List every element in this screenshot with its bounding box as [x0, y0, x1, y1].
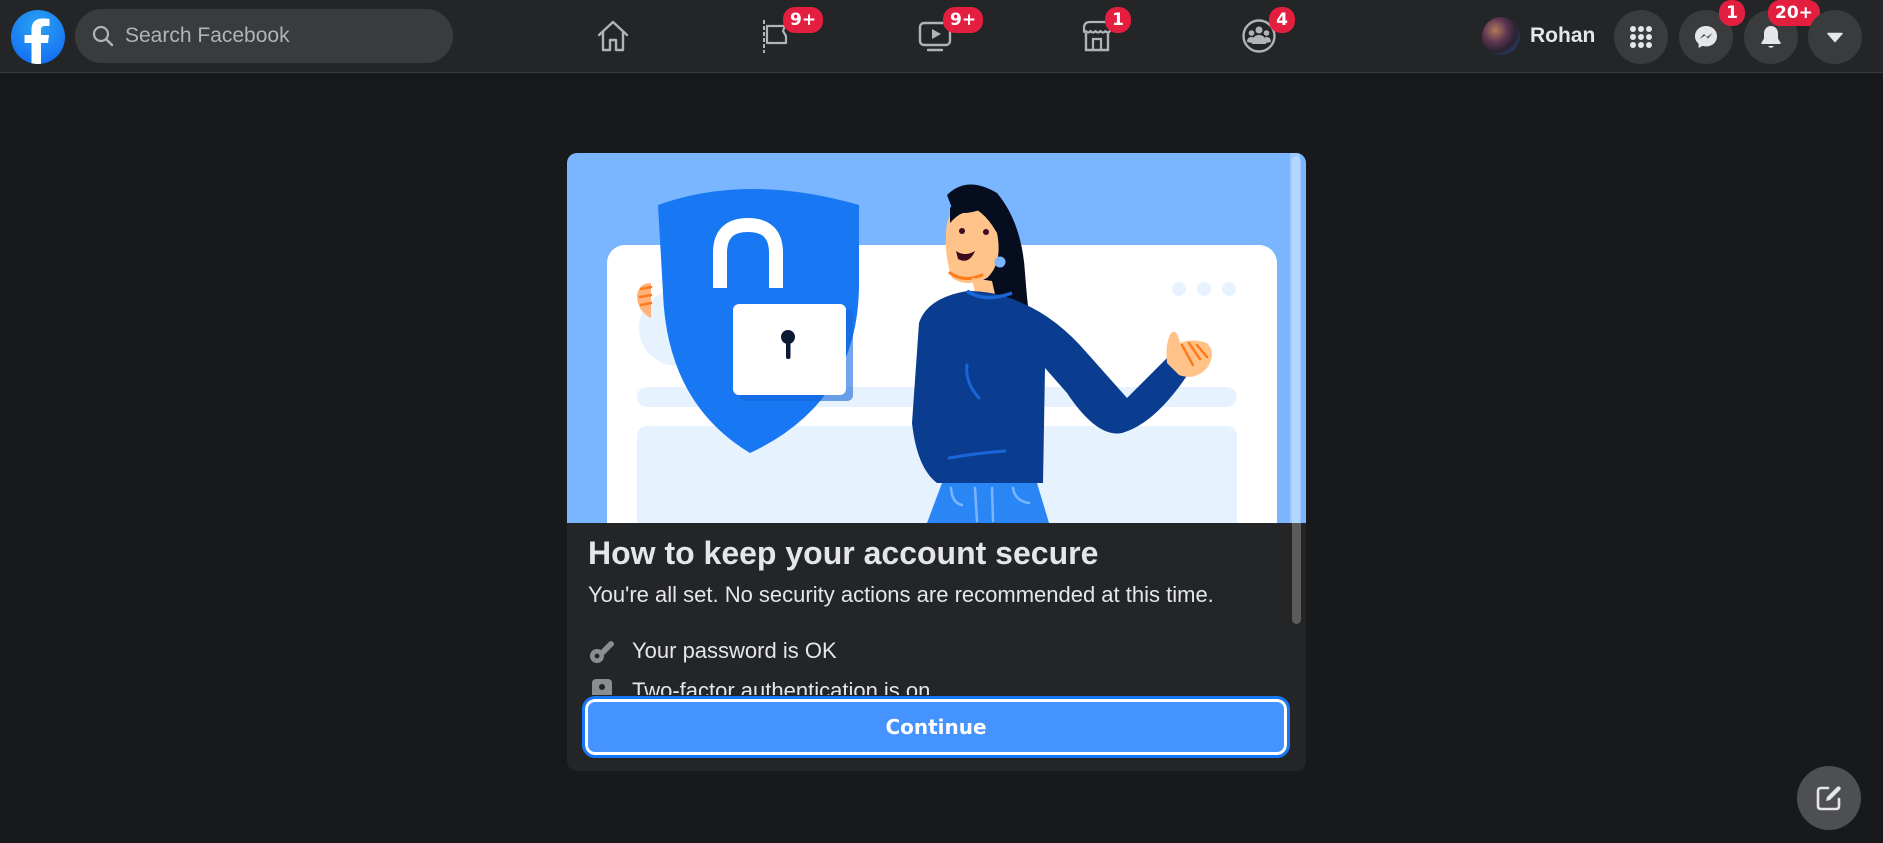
- bell-icon: [1761, 26, 1781, 48]
- menu-button[interactable]: [1614, 10, 1668, 64]
- security-status-item: Your password is OK: [588, 637, 837, 665]
- notifications-button[interactable]: 20+: [1744, 0, 1820, 64]
- top-navigation-bar: 9+ 9+ 1 4 Rohan: [0, 0, 1883, 73]
- security-checkup-dialog: How to keep your account secure You're a…: [567, 153, 1306, 771]
- tab-marketplace[interactable]: 1: [1037, 0, 1157, 72]
- tab-home[interactable]: [553, 0, 673, 72]
- watch-badge: 9+: [943, 7, 984, 33]
- new-message-button[interactable]: [1797, 766, 1861, 830]
- search-bar[interactable]: [75, 9, 453, 63]
- account-menu-button[interactable]: [1808, 10, 1862, 64]
- pages-badge: 9+: [783, 7, 824, 33]
- tab-groups[interactable]: 4: [1199, 0, 1319, 72]
- scroll-overflow-region: Two-factor authentication is on: [567, 673, 1287, 695]
- marketplace-badge: 1: [1105, 7, 1131, 33]
- compose-icon: [1816, 786, 1841, 811]
- facebook-logo[interactable]: [11, 10, 65, 64]
- search-icon: [92, 25, 114, 47]
- tab-pages[interactable]: 9+: [715, 0, 835, 72]
- messenger-badge: 1: [1719, 0, 1745, 26]
- profile-link[interactable]: Rohan: [1482, 14, 1595, 58]
- status-item-label: Two-factor authentication is on: [632, 678, 931, 695]
- messenger-button[interactable]: 1: [1679, 0, 1745, 64]
- profile-name: Rohan: [1530, 24, 1596, 47]
- dialog-description: You're all set. No security actions are …: [588, 582, 1214, 607]
- continue-button[interactable]: Continue: [582, 696, 1290, 758]
- groups-badge: 4: [1269, 7, 1295, 33]
- security-status-item: Two-factor authentication is on: [588, 677, 930, 695]
- status-item-label: Your password is OK: [632, 638, 837, 663]
- dialog-title: How to keep your account secure: [588, 535, 1099, 571]
- grid-menu-icon: [1630, 26, 1652, 48]
- caret-down-icon: [1827, 32, 1843, 43]
- lock-shield-icon: [592, 679, 612, 695]
- key-icon: [590, 641, 614, 663]
- avatar: [1482, 17, 1520, 55]
- tab-watch[interactable]: 9+: [875, 0, 995, 72]
- home-icon: [597, 20, 629, 52]
- search-input[interactable]: [125, 24, 425, 48]
- security-illustration: [567, 153, 1306, 523]
- dialog-scrollbar[interactable]: [1290, 153, 1302, 624]
- dialog-scrollbar-thumb[interactable]: [1292, 156, 1301, 624]
- facebook-f-icon: [24, 18, 50, 64]
- messenger-icon: [1695, 26, 1717, 48]
- security-illustration-art: [607, 153, 1300, 523]
